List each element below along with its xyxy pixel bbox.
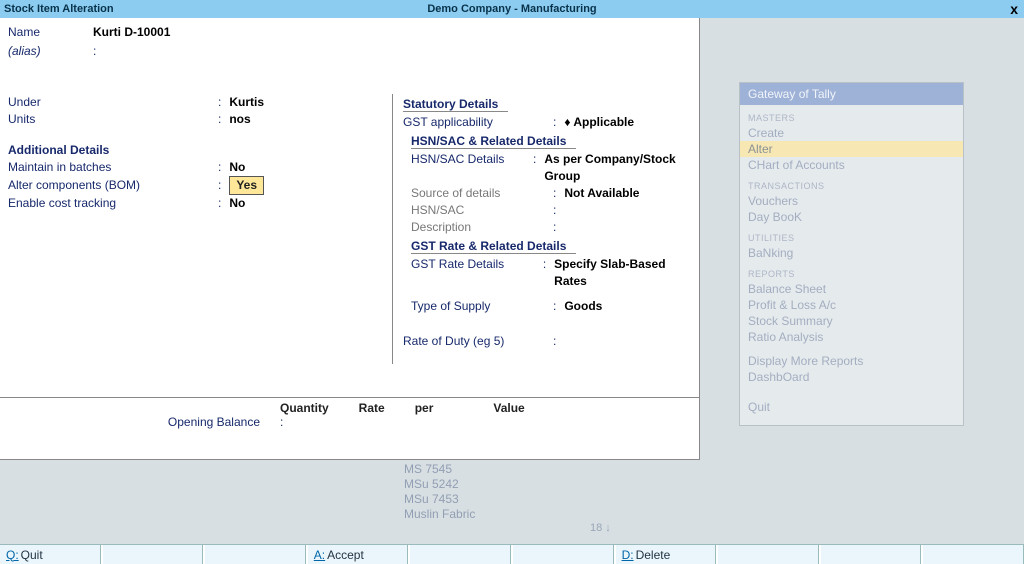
type-supply-label: Type of Supply <box>411 298 553 315</box>
units-value: nos <box>229 111 250 128</box>
hsn-details-value: As per Company/Stock Group <box>544 151 691 185</box>
gst-app-value: ♦ Applicable <box>564 114 634 131</box>
accept-label: Accept <box>327 548 364 562</box>
blank-button-2: . <box>205 545 306 564</box>
gateway-item-alter[interactable]: Alter <box>740 141 963 157</box>
blank-button-1: . <box>103 545 204 564</box>
hsn-sac-label: HSN/SAC <box>411 202 553 219</box>
gateway-item-pl[interactable]: Profit & Loss A/c <box>740 297 963 313</box>
close-icon[interactable]: x <box>1010 0 1018 18</box>
units-label: Units <box>8 111 218 128</box>
maintain-label: Maintain in batches <box>8 159 218 176</box>
gateway-item-balsheet[interactable]: Balance Sheet <box>740 281 963 297</box>
quit-button[interactable]: Q: Quit <box>0 545 101 564</box>
title-bar: Stock Item Alteration Demo Company - Man… <box>0 0 1024 18</box>
company-title: Demo Company - Manufacturing <box>0 3 1024 15</box>
gateway-item-stock[interactable]: Stock Summary <box>740 313 963 329</box>
gateway-title: Gateway of Tally <box>740 83 963 105</box>
gateway-item-vouchers[interactable]: Vouchers <box>740 193 963 209</box>
cost-track-label: Enable cost tracking <box>8 195 218 212</box>
hsn-head: HSN/SAC & Related Details <box>411 134 576 149</box>
src-details-value: Not Available <box>564 185 639 202</box>
type-supply-value: Goods <box>564 298 602 315</box>
header-rate: Rate <box>359 401 385 415</box>
right-column: Statutory Details GST applicability ♦ Ap… <box>392 94 691 364</box>
gateway-item-create[interactable]: Create <box>740 125 963 141</box>
left-column: Under Kurtis Units nos Additional Detail… <box>8 94 376 364</box>
blank-button-3: . <box>410 545 511 564</box>
behind-item: MSu 5242 <box>404 477 475 492</box>
header-quantity: Quantity <box>280 401 329 415</box>
gateway-section-reports: REPORTS <box>740 261 963 281</box>
gateway-item-quit[interactable]: Quit <box>740 399 963 415</box>
opening-balance-section: Quantity Rate per Value Opening Balance … <box>0 397 699 429</box>
cost-track-value: No <box>229 195 245 212</box>
blank-button-7: . <box>923 545 1024 564</box>
behind-stock-list: MS 7545 MSu 5242 MSu 7453 Muslin Fabric <box>404 462 475 522</box>
alias-sep <box>93 43 104 60</box>
gateway-section-transactions: TRANSACTIONS <box>740 173 963 193</box>
delete-label: Delete <box>636 548 671 562</box>
gateway-item-chart[interactable]: CHart of Accounts <box>740 157 963 173</box>
rate-duty-label: Rate of Duty (eg 5) <box>403 333 553 350</box>
header-per: per <box>415 401 434 415</box>
quit-label: Quit <box>21 548 43 562</box>
accept-key: A: <box>314 548 325 562</box>
gateway-item-ratio[interactable]: Ratio Analysis <box>740 329 963 345</box>
alter-bom-input[interactable]: Yes <box>229 176 264 195</box>
gateway-panel: Gateway of Tally MASTERS Create Alter CH… <box>739 82 964 426</box>
hsn-details-label: HSN/SAC Details <box>411 151 533 168</box>
gateway-item-banking[interactable]: BaNking <box>740 245 963 261</box>
gateway-section-masters: MASTERS <box>740 105 963 125</box>
delete-button[interactable]: D: Delete <box>616 545 717 564</box>
gateway-item-more[interactable]: Display More Reports <box>740 353 963 369</box>
statutory-head: Statutory Details <box>403 97 508 112</box>
delete-key: D: <box>622 548 634 562</box>
behind-item: Muslin Fabric <box>404 507 475 522</box>
behind-count: 18 ↓ <box>590 522 611 534</box>
gst-app-label: GST applicability <box>403 114 553 131</box>
stock-item-panel: Name Kurti D-10001 (alias) Under Kurtis … <box>0 18 700 460</box>
name-value: Kurti D-10001 <box>93 24 170 41</box>
blank-button-4: . <box>513 545 614 564</box>
quit-key: Q: <box>6 548 19 562</box>
opening-balance-label: Opening Balance <box>0 415 280 429</box>
alter-bom-label: Alter components (BOM) <box>8 177 218 194</box>
blank-button-5: . <box>718 545 819 564</box>
accept-button[interactable]: A: Accept <box>308 545 409 564</box>
gateway-item-dash[interactable]: DashbOard <box>740 369 963 385</box>
src-details-label: Source of details <box>411 185 553 202</box>
bottom-bar: Q: Quit . . A: Accept . . D: Delete . . … <box>0 544 1024 564</box>
under-label: Under <box>8 94 218 111</box>
behind-item: MS 7545 <box>404 462 475 477</box>
additional-head: Additional Details <box>8 143 119 157</box>
maintain-value: No <box>229 159 245 176</box>
gateway-item-daybook[interactable]: Day BooK <box>740 209 963 225</box>
behind-item: MSu 7453 <box>404 492 475 507</box>
alias-label: (alias) <box>8 43 93 60</box>
desc-label: Description <box>411 219 553 236</box>
gst-rate-value: Specify Slab-Based Rates <box>554 256 691 290</box>
under-value: Kurtis <box>229 94 264 111</box>
gst-rate-label: GST Rate Details <box>411 256 543 273</box>
name-label: Name <box>8 24 93 41</box>
blank-button-6: . <box>821 545 922 564</box>
header-value: Value <box>493 401 524 415</box>
gst-rate-head: GST Rate & Related Details <box>411 239 576 254</box>
gateway-section-utilities: UTILITIES <box>740 225 963 245</box>
window-title: Stock Item Alteration <box>4 3 114 15</box>
